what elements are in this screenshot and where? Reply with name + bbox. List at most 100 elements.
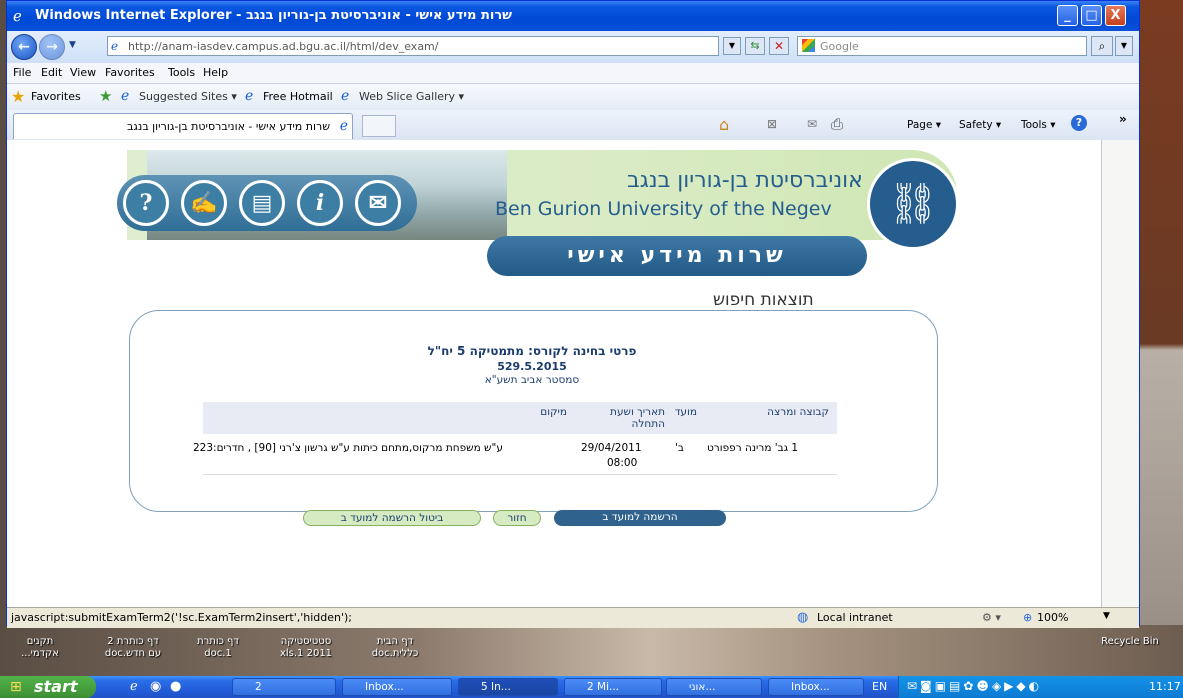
web-slice-gallery-link[interactable]: Web Slice Gallery ▾: [359, 90, 464, 103]
search-options-icon[interactable]: ▼: [1115, 36, 1133, 56]
exam-semester: סמסטר אביב תשע"א: [484, 374, 580, 386]
chevron-more-icon[interactable]: »: [1119, 112, 1127, 126]
back-button[interactable]: ←: [11, 34, 37, 60]
recycle-bin-icon[interactable]: Recycle Bin: [1090, 636, 1170, 648]
web-slice-icon: ℯ: [341, 88, 350, 104]
home-icon[interactable]: ⌂: [719, 115, 729, 134]
desktop-icon-doc1[interactable]: דף כותרת 1.doc: [190, 636, 246, 660]
ie-window: ℯ שרות מידע אישי - אוניברסיטת בן-גוריון …: [6, 0, 1140, 628]
taskbar: start ⊞ ℯ ◉ ● 2 Inbox... 5 In... 2 Mi...…: [0, 676, 1183, 698]
tools-menu[interactable]: Tools ▾: [1021, 119, 1055, 131]
clock[interactable]: 11:17: [1149, 680, 1181, 693]
results-title: תוצאות חיפוש: [707, 290, 820, 310]
hotmail-icon: ℯ: [245, 88, 254, 104]
row-location: ע"ש משפחת מרקוס,מתחם כיתות ע"ש גרשון צ'ר…: [193, 442, 503, 454]
tab-active[interactable]: שרות מידע אישי - אוניברסיטת בן-גוריון בנ…: [13, 113, 353, 139]
folder-circle-icon[interactable]: ▤: [239, 180, 285, 226]
read-mail-icon[interactable]: ✉: [807, 117, 817, 131]
row-term: ב': [675, 442, 684, 454]
tab-label: שרות מידע אישי - אוניברסיטת בן-גוריון בנ…: [127, 120, 330, 133]
add-favorite-icon[interactable]: ★: [99, 87, 112, 105]
desktop-icon-doc2[interactable]: דף כותרת 2 עם חדש.doc: [100, 636, 166, 660]
forward-button[interactable]: →: [39, 34, 65, 60]
status-text: javascript:submitExamTerm2('!sc.ExamTerm…: [11, 611, 352, 624]
menu-view[interactable]: View: [70, 66, 96, 79]
url-dropdown-icon[interactable]: ▼: [723, 37, 741, 55]
close-button[interactable]: X: [1105, 5, 1126, 26]
protected-mode-icon[interactable]: ⚙ ▾: [982, 611, 1001, 624]
row-time: 08:00: [607, 457, 638, 469]
zoom-icon[interactable]: ⊕: [1023, 611, 1032, 624]
intranet-globe-icon: ◍: [797, 610, 809, 625]
taskbar-button-ie[interactable]: 5 In...: [458, 678, 558, 696]
university-name-hebrew: אוניברסיטת בן-גוריון בנגב: [627, 168, 863, 193]
url-text: http://anam-iasdev.campus.ad.bgu.ac.il/h…: [128, 40, 439, 53]
status-bar: javascript:submitExamTerm2('!sc.ExamTerm…: [7, 607, 1139, 628]
stop-icon[interactable]: ✕: [769, 37, 789, 55]
menu-file[interactable]: File: [13, 66, 31, 79]
register-term-b-button[interactable]: הרשמה למועד ב: [554, 510, 726, 526]
menu-help[interactable]: Help: [203, 66, 228, 79]
row-divider: [203, 474, 837, 475]
title-bar[interactable]: ℯ שרות מידע אישי - אוניברסיטת בן-גוריון …: [7, 1, 1139, 31]
maximize-button[interactable]: □: [1081, 5, 1102, 26]
menu-tools[interactable]: Tools: [168, 66, 195, 79]
menu-favorites[interactable]: Favorites: [105, 66, 155, 79]
back-button-page[interactable]: חזור: [493, 510, 541, 526]
bgu-logo: ⛓: [867, 158, 959, 250]
exam-code: 529.5.2015: [497, 360, 567, 373]
taskbar-button-inbox-1[interactable]: Inbox...: [342, 678, 452, 696]
row-date: 29/04/2011: [581, 442, 642, 454]
print-icon[interactable]: ⎙: [831, 115, 843, 133]
search-go-icon[interactable]: ⌕: [1091, 36, 1113, 56]
search-placeholder: Google: [820, 40, 859, 53]
search-input[interactable]: Google: [797, 36, 1087, 56]
cancel-registration-button[interactable]: ביטול הרשמה למועד ב: [303, 510, 481, 526]
service-title: שרות מידע אישי: [487, 236, 867, 276]
desktop-icon-stats[interactable]: סטטיסטיקה 2011 1.xls: [270, 636, 342, 660]
menu-edit[interactable]: Edit: [41, 66, 62, 79]
info-circle-icon[interactable]: i: [297, 180, 343, 226]
refresh-icon[interactable]: ⇆: [745, 37, 765, 55]
quicklaunch-media-icon[interactable]: ●: [170, 679, 181, 694]
zoom-dropdown-icon[interactable]: ▼: [1103, 611, 1110, 621]
history-dropdown-icon[interactable]: ▼: [69, 40, 76, 50]
favorites-button[interactable]: Favorites: [31, 90, 81, 103]
window-title: שרות מידע אישי - אוניברסיטת בן-גוריון בנ…: [35, 8, 513, 23]
tray-icons[interactable]: ✉◙▣▤✿☻◈▶◆◐: [907, 679, 1042, 693]
vertical-scrollbar[interactable]: [1101, 140, 1139, 607]
free-hotmail-link[interactable]: Free Hotmail: [263, 90, 333, 103]
suggested-sites-icon: ℯ: [121, 88, 130, 104]
url-input[interactable]: ℯ http://anam-iasdev.campus.ad.bgu.ac.il…: [107, 36, 719, 56]
desktop-icon-home[interactable]: דף הבית כללית.doc: [360, 636, 430, 660]
page-icon: ℯ: [111, 39, 119, 53]
taskbar-button-word[interactable]: 2 Mi...: [564, 678, 662, 696]
language-indicator[interactable]: EN: [872, 680, 887, 693]
help-icon[interactable]: ?: [1071, 115, 1087, 131]
favorites-bar: ★ Favorites ★ ℯ Suggested Sites ▾ ℯ Free…: [7, 84, 1139, 111]
system-tray: ✉◙▣▤✿☻◈▶◆◐ 11:17: [898, 676, 1183, 698]
quicklaunch-browser-icon[interactable]: ◉: [150, 679, 161, 694]
tab-page-icon: ℯ: [339, 118, 348, 134]
help-circle-icon[interactable]: ?: [123, 180, 169, 226]
taskbar-button-inbox-2[interactable]: Inbox...: [768, 678, 864, 696]
suggested-sites-link[interactable]: Suggested Sites ▾: [139, 90, 237, 103]
mail-circle-icon[interactable]: ✉: [355, 180, 401, 226]
page-menu[interactable]: Page ▾: [907, 119, 941, 131]
write-circle-icon[interactable]: ✍: [181, 180, 227, 226]
zoom-level[interactable]: 100%: [1037, 611, 1068, 624]
desktop-icon-tekanim[interactable]: תקנים אקדמי...: [12, 636, 68, 660]
desktop-wallpaper-right: [1140, 0, 1183, 625]
quicklaunch-ie-icon[interactable]: ℯ: [130, 679, 138, 694]
university-name-english: Ben Gurion University of the Negev: [495, 198, 832, 220]
header-group: קבוצה ומרצה: [767, 406, 829, 418]
security-zone: Local intranet: [817, 611, 893, 624]
page-content: ? ✍ ▤ i ✉ אוניברסיטת בן-גוריון בנגב Ben …: [7, 140, 1101, 607]
new-tab-button[interactable]: [362, 115, 396, 137]
feeds-icon[interactable]: ⊠: [767, 117, 777, 131]
taskbar-button-univ[interactable]: אוני...: [666, 678, 762, 696]
favorites-star-icon: ★: [11, 87, 26, 106]
taskbar-button-group[interactable]: 2: [232, 678, 336, 696]
minimize-button[interactable]: _: [1057, 5, 1078, 26]
safety-menu[interactable]: Safety ▾: [959, 119, 1001, 131]
